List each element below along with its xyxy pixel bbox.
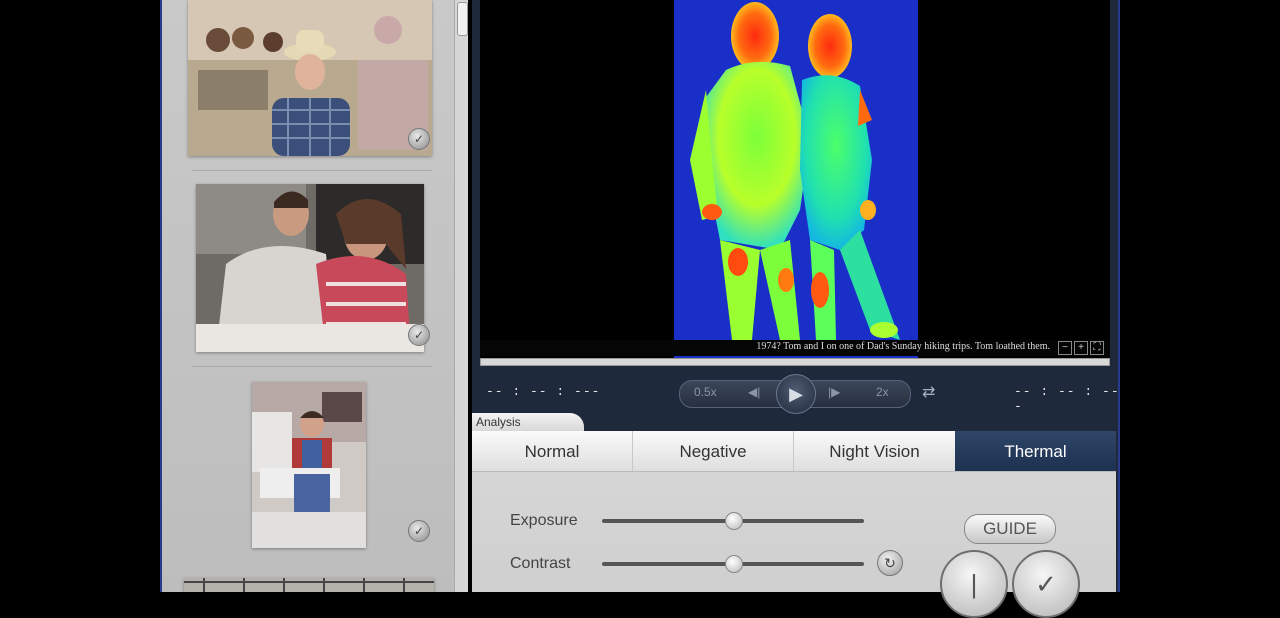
photo-thumbnail[interactable] <box>184 578 434 592</box>
checkmark-icon: ✓ <box>1035 568 1057 599</box>
fullscreen-icon[interactable]: ⛶ <box>1090 341 1104 355</box>
scrollbar-thumb[interactable] <box>457 2 468 36</box>
info-icon: | <box>970 568 978 599</box>
photo-thumbnail-image <box>196 184 424 352</box>
step-forward-icon[interactable]: |▶ <box>828 385 840 399</box>
reset-icon[interactable]: ↻ <box>877 550 903 576</box>
zoom-in-icon[interactable]: + <box>1074 341 1088 355</box>
remaining-time: -- : -- : --- <box>1014 384 1120 414</box>
transport-bar: -- : -- : --- 0.5x ◀| |▶ 2x ▶ ⇄ -- : -- … <box>472 372 1120 414</box>
selected-check-icon[interactable]: ✓ <box>408 520 430 542</box>
thumbnail-scrollbar[interactable] <box>454 0 468 592</box>
step-back-icon[interactable]: ◀| <box>748 385 760 399</box>
photo-thumbnail-image <box>184 578 434 592</box>
exposure-label: Exposure <box>510 512 578 529</box>
zoom-controls: − + ⛶ <box>1058 341 1104 355</box>
mode-thermal[interactable]: Thermal <box>955 431 1116 471</box>
thumbnail-panel: ✓ ✓ ✓ <box>160 0 468 592</box>
caption-bar: 1974? Tom and I on one of Dad's Sunday h… <box>480 340 1110 356</box>
thermal-photo <box>674 0 918 358</box>
confirm-button[interactable]: ✓ <box>1012 550 1080 618</box>
photo-thumbnail[interactable]: ✓ <box>196 184 430 352</box>
contrast-slider[interactable] <box>602 555 864 573</box>
speed-fast-button[interactable]: 2x <box>876 385 889 399</box>
photo-thumbnail-image <box>188 0 432 156</box>
selected-check-icon[interactable]: ✓ <box>408 128 430 150</box>
loop-icon[interactable]: ⇄ <box>922 382 935 402</box>
photo-thumbnail-image <box>252 382 366 548</box>
mode-night-vision[interactable]: Night Vision <box>794 431 955 471</box>
exposure-slider-knob[interactable] <box>725 512 743 530</box>
playback-progress-bar[interactable] <box>480 358 1110 366</box>
photo-thumbnail[interactable]: ✓ <box>252 382 430 548</box>
mode-normal[interactable]: Normal <box>472 431 633 471</box>
analysis-tab: Analysis <box>472 413 584 431</box>
thumbnail-divider <box>192 366 432 367</box>
mode-negative[interactable]: Negative <box>633 431 794 471</box>
viewer-panel: 1974? Tom and I on one of Dad's Sunday h… <box>472 0 1120 618</box>
exposure-slider[interactable] <box>602 512 864 530</box>
contrast-slider-knob[interactable] <box>725 555 743 573</box>
speed-slow-button[interactable]: 0.5x <box>694 385 717 399</box>
contrast-label: Contrast <box>510 555 571 572</box>
photo-viewer[interactable] <box>480 0 1110 358</box>
analysis-mode-bar: Normal Negative Night Vision Thermal <box>472 431 1116 472</box>
zoom-out-icon[interactable]: − <box>1058 341 1072 355</box>
guide-button[interactable]: GUIDE <box>964 514 1056 544</box>
thumbnail-divider <box>192 170 432 171</box>
elapsed-time: -- : -- : --- <box>486 384 601 399</box>
analysis-controls: Exposure Contrast ↻ GUIDE | ✓ <box>472 472 1116 618</box>
play-button[interactable]: ▶ <box>776 374 816 414</box>
photo-thumbnail[interactable]: ✓ <box>188 0 432 156</box>
photo-caption: 1974? Tom and I on one of Dad's Sunday h… <box>756 341 1050 352</box>
selected-check-icon[interactable]: ✓ <box>408 324 430 346</box>
analysis-tab-label: Analysis <box>476 415 521 429</box>
info-button[interactable]: | <box>940 550 1008 618</box>
